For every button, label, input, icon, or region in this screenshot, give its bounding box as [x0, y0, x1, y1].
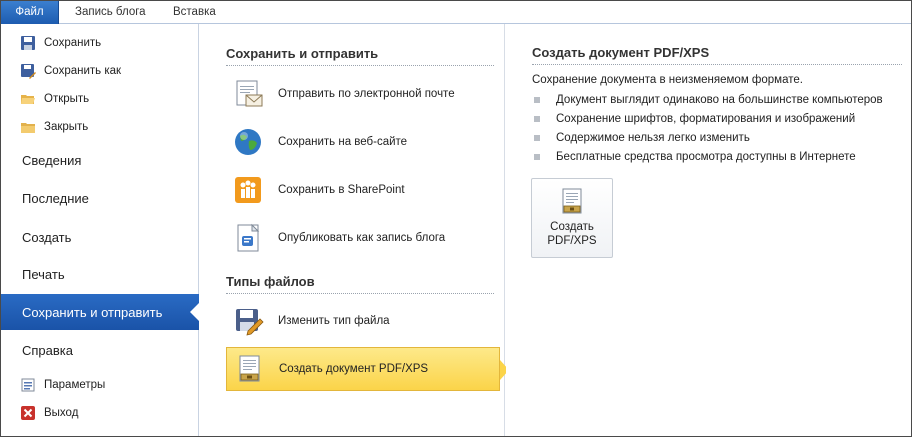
- nav-options[interactable]: Параметры: [1, 371, 199, 399]
- details-bullet: Содержимое нельзя легко изменить: [534, 132, 750, 144]
- options-icon: [20, 377, 36, 393]
- option-create-pdf-xps[interactable]: Создать документ PDF/XPS: [226, 347, 509, 391]
- close-folder-icon: [20, 119, 36, 135]
- details-divider: [532, 64, 902, 65]
- create-pdf-xps-button-line1: Создать: [550, 221, 594, 233]
- bullet-marker: [534, 116, 540, 122]
- nav-new[interactable]: Создать: [1, 219, 199, 255]
- backstage-window: Файл Запись блога Вставка Сохранить Сохр…: [0, 0, 912, 437]
- pdf-xps-details-panel: Создать документ PDF/XPS Сохранение доку…: [506, 24, 911, 436]
- details-bullet: Сохранение шрифтов, форматирования и изо…: [534, 113, 855, 125]
- nav-help[interactable]: Справка: [1, 332, 199, 368]
- sharepoint-icon: [232, 174, 264, 206]
- section-save-send-title: Сохранить и отправить: [226, 46, 379, 61]
- section-file-types-title: Типы файлов: [226, 274, 315, 289]
- nav-open[interactable]: Открыть: [1, 85, 199, 113]
- email-icon: [232, 78, 264, 110]
- bullet-marker: [534, 97, 540, 103]
- details-title: Создать документ PDF/XPS: [532, 45, 710, 60]
- pdf-xps-icon: [560, 188, 584, 216]
- option-save-sharepoint-label: Сохранить в SharePoint: [278, 184, 405, 196]
- nav-save[interactable]: Сохранить: [1, 29, 199, 57]
- section-divider: [226, 65, 494, 66]
- nav-exit[interactable]: Выход: [1, 399, 199, 427]
- globe-icon: [232, 126, 264, 158]
- option-send-email[interactable]: Отправить по электронной почте: [226, 72, 500, 116]
- nav-open-label: Открыть: [44, 93, 90, 105]
- option-save-web[interactable]: Сохранить на веб-сайте: [226, 120, 500, 164]
- save-as-icon: [20, 63, 36, 79]
- nav-save-as[interactable]: Сохранить как: [1, 57, 199, 85]
- option-publish-blog-label: Опубликовать как запись блога: [278, 232, 446, 244]
- details-bullet: Бесплатные средства просмотра доступны в…: [534, 151, 856, 163]
- tab-blog-post[interactable]: Запись блога: [63, 1, 158, 24]
- bullet-marker: [534, 135, 540, 141]
- nav-save-label: Сохранить: [44, 37, 102, 49]
- nav-exit-label: Выход: [44, 407, 79, 419]
- backstage-nav: Сохранить Сохранить как Открыть Закрыть …: [1, 24, 200, 436]
- active-pointer: [190, 302, 200, 322]
- tab-insert[interactable]: Вставка: [161, 1, 228, 24]
- nav-close[interactable]: Закрыть: [1, 113, 199, 141]
- ribbon-tabs: Файл Запись блога Вставка: [1, 1, 911, 24]
- pdf-xps-icon: [233, 353, 265, 385]
- details-bullet-text: Документ выглядит одинаково на большинст…: [556, 94, 883, 106]
- option-change-file-type-label: Изменить тип файла: [278, 315, 390, 327]
- nav-save-as-label: Сохранить как: [44, 65, 122, 77]
- create-pdf-xps-button-line2: PDF/XPS: [547, 235, 597, 247]
- exit-icon: [20, 405, 36, 421]
- bullet-marker: [534, 154, 540, 160]
- option-save-web-label: Сохранить на веб-сайте: [278, 136, 408, 148]
- tab-file[interactable]: Файл: [1, 1, 59, 24]
- save-and-send-panel: Сохранить и отправить Отправить по элект…: [200, 24, 509, 436]
- details-bullet-text: Содержимое нельзя легко изменить: [556, 132, 750, 144]
- nav-info[interactable]: Сведения: [1, 142, 199, 178]
- open-folder-icon: [20, 91, 36, 107]
- option-publish-blog[interactable]: Опубликовать как запись блога: [226, 216, 500, 260]
- nav-save-and-send[interactable]: Сохранить и отправить: [1, 294, 200, 330]
- option-send-email-label: Отправить по электронной почте: [278, 88, 455, 100]
- create-pdf-xps-button[interactable]: Создать PDF/XPS: [531, 178, 613, 258]
- nav-recent[interactable]: Последние: [1, 180, 199, 216]
- save-icon: [20, 35, 36, 51]
- details-bullet: Документ выглядит одинаково на большинст…: [534, 94, 883, 106]
- details-bullet-text: Бесплатные средства просмотра доступны в…: [556, 151, 856, 163]
- nav-print[interactable]: Печать: [1, 256, 199, 292]
- details-bullet-text: Сохранение шрифтов, форматирования и изо…: [556, 113, 856, 125]
- change-file-type-icon: [232, 305, 264, 337]
- blog-icon: [232, 222, 264, 254]
- nav-options-label: Параметры: [44, 379, 106, 391]
- nav-close-label: Закрыть: [44, 121, 89, 133]
- section-divider: [226, 293, 494, 294]
- details-description: Сохранение документа в неизменяемом форм…: [532, 74, 803, 86]
- nav-save-and-send-label: Сохранить и отправить: [22, 304, 163, 320]
- option-create-pdf-xps-label: Создать документ PDF/XPS: [279, 363, 429, 375]
- option-change-file-type[interactable]: Изменить тип файла: [226, 299, 500, 343]
- option-save-sharepoint[interactable]: Сохранить в SharePoint: [226, 168, 500, 212]
